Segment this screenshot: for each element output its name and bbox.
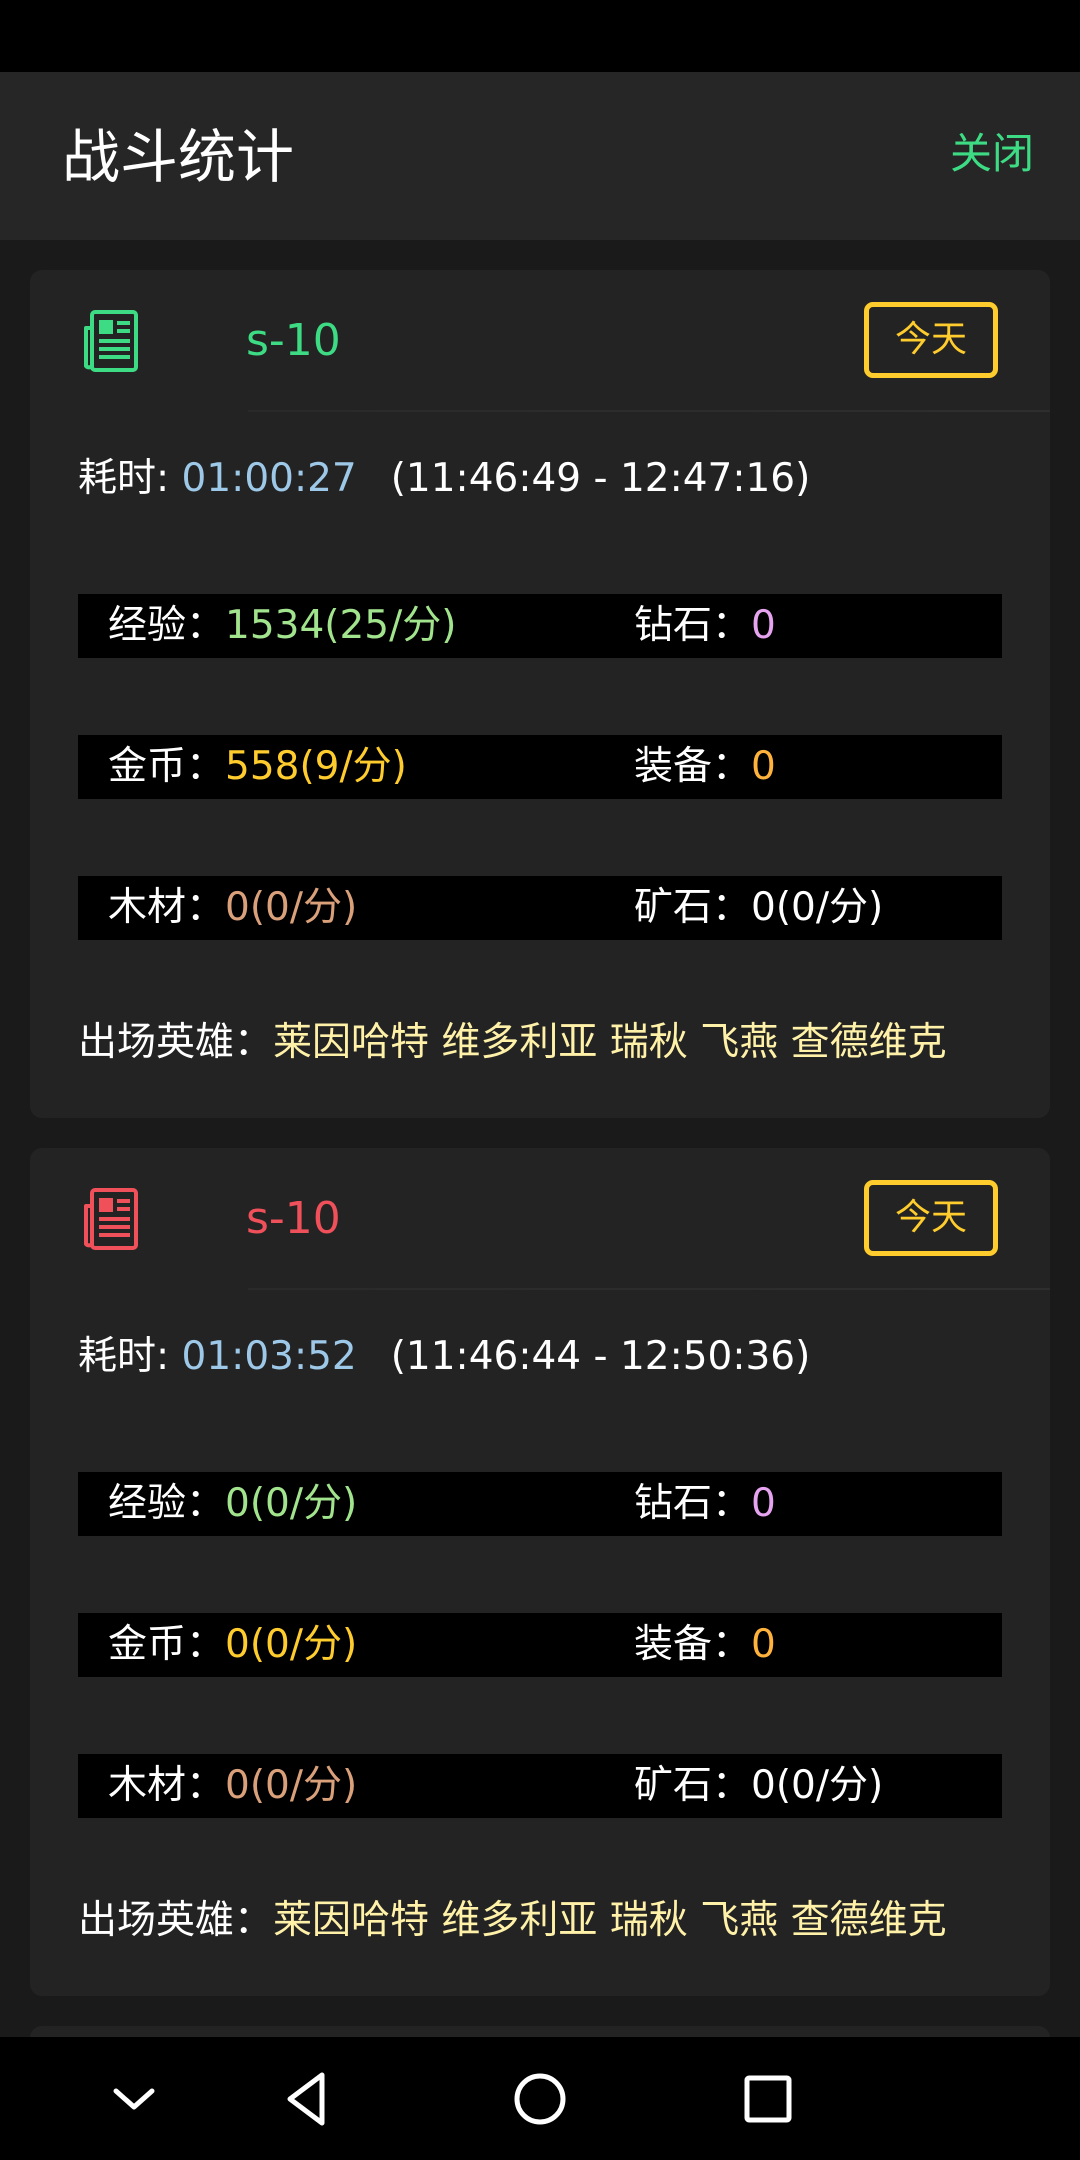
- chevron-down-icon[interactable]: [98, 2063, 170, 2135]
- gold-value: 558(9/分): [225, 744, 407, 789]
- exp-value: 0(0/分): [225, 1481, 358, 1526]
- heroes-value: 莱因哈特 维多利亚 瑞秋 飞燕 查德维克: [273, 1898, 947, 1943]
- gold-value: 0(0/分): [225, 1622, 358, 1667]
- today-button[interactable]: 今天: [864, 302, 998, 378]
- newspaper-icon: [84, 310, 138, 372]
- stat-row-wood-ore: 木材：0(0/分) 矿石：0(0/分): [78, 876, 1002, 940]
- close-button[interactable]: 关闭: [950, 128, 1034, 180]
- duration-label: 耗时:: [78, 456, 182, 501]
- stat-row-exp-diamond: 经验：1534(25/分) 钻石：0: [78, 594, 1002, 658]
- heroes-label: 出场英雄：: [78, 1020, 274, 1065]
- equip-value: 0: [751, 1622, 776, 1667]
- wood-label: 木材：: [108, 885, 226, 930]
- ore-label: 矿石：: [634, 885, 752, 930]
- recents-icon[interactable]: [732, 2063, 804, 2135]
- stat-row-gold-equip: 金币：558(9/分) 装备：0: [78, 735, 1002, 799]
- wood-label: 木材：: [108, 1763, 226, 1808]
- heroes-row: 出场英雄：莱因哈特 维多利亚 瑞秋 飞燕 查德维克: [78, 1896, 947, 1946]
- today-button[interactable]: 今天: [864, 1180, 998, 1256]
- divider: [248, 410, 1050, 412]
- page-title: 战斗统计: [62, 123, 295, 191]
- duration-row: 耗时: 01:00:27 (11:46:49 - 12:47:16): [78, 454, 810, 504]
- heroes-value: 莱因哈特 维多利亚 瑞秋 飞燕 查德维克: [273, 1020, 947, 1065]
- stat-row-exp-diamond: 经验：0(0/分) 钻石：0: [78, 1472, 1002, 1536]
- battle-stat-card: s-10 今天 耗时: 01:03:52 (11:46:44 - 12:50:36…: [30, 1148, 1050, 1996]
- battle-stat-card-partial: [30, 2026, 1050, 2037]
- back-icon[interactable]: [272, 2063, 344, 2135]
- exp-value: 1534(25/分): [225, 603, 457, 648]
- diamond-value: 0: [751, 1481, 776, 1526]
- duration-value: 01:00:27: [181, 456, 357, 501]
- newspaper-icon: [84, 1188, 138, 1250]
- stat-row-gold-equip: 金币：0(0/分) 装备：0: [78, 1613, 1002, 1677]
- diamond-label: 钻石：: [634, 1481, 752, 1526]
- wood-value: 0(0/分): [225, 885, 358, 930]
- status-bar: [0, 0, 1080, 72]
- equip-label: 装备：: [634, 1622, 752, 1667]
- page-header: 战斗统计 关闭: [0, 72, 1080, 240]
- heroes-label: 出场英雄：: [78, 1898, 274, 1943]
- time-range: (11:46:49 - 12:47:16): [390, 456, 811, 501]
- ore-value: 0(0/分): [751, 1763, 884, 1808]
- duration-value: 01:03:52: [181, 1334, 357, 1379]
- duration-label: 耗时:: [78, 1334, 182, 1379]
- equip-value: 0: [751, 744, 776, 789]
- equip-label: 装备：: [634, 744, 752, 789]
- home-icon[interactable]: [504, 2063, 576, 2135]
- wood-value: 0(0/分): [225, 1763, 358, 1808]
- diamond-label: 钻石：: [634, 603, 752, 648]
- gold-label: 金币：: [108, 1622, 226, 1667]
- gold-label: 金币：: [108, 744, 226, 789]
- exp-label: 经验：: [108, 1481, 226, 1526]
- card-id: s-10: [246, 315, 341, 366]
- exp-label: 经验：: [108, 603, 226, 648]
- stats-list[interactable]: s-10 今天 耗时: 01:00:27 (11:46:49 - 12:47:16…: [0, 240, 1080, 2037]
- duration-row: 耗时: 01:03:52 (11:46:44 - 12:50:36): [78, 1332, 810, 1382]
- heroes-row: 出场英雄：莱因哈特 维多利亚 瑞秋 飞燕 查德维克: [78, 1018, 947, 1068]
- card-id: s-10: [246, 1193, 341, 1244]
- diamond-value: 0: [751, 603, 776, 648]
- battle-stat-card: s-10 今天 耗时: 01:00:27 (11:46:49 - 12:47:16…: [30, 270, 1050, 1118]
- system-nav-bar: [0, 2037, 1080, 2160]
- time-range: (11:46:44 - 12:50:36): [390, 1334, 811, 1379]
- divider: [248, 1288, 1050, 1290]
- stat-row-wood-ore: 木材：0(0/分) 矿石：0(0/分): [78, 1754, 1002, 1818]
- ore-value: 0(0/分): [751, 885, 884, 930]
- ore-label: 矿石：: [634, 1763, 752, 1808]
